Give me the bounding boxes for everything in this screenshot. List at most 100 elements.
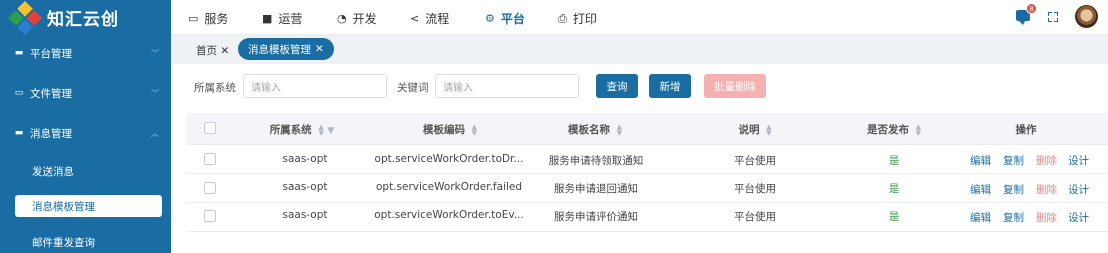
cell-code: opt.serviceWorkOrder.toEv... [374, 209, 524, 221]
column-header-desc[interactable]: 说明 ▲ ▼ [738, 122, 771, 137]
topnav-label: 流程 [425, 12, 450, 26]
cell-code: opt.serviceWorkOrder.toDr... [374, 153, 524, 165]
topnav-develop[interactable]: ◔ 开发 [337, 10, 377, 27]
column-label: 模板名称 [567, 124, 610, 136]
design-link[interactable]: 设计 [1068, 182, 1089, 197]
topnav-label: 运营 [278, 12, 303, 26]
sort-icon[interactable]: ▲ ▼ [472, 124, 477, 137]
notification-badge: 8 [1026, 3, 1037, 14]
close-icon[interactable]: ✕ [220, 45, 229, 57]
cell-published: 是 [888, 183, 900, 195]
keyword-label: 关键词 [397, 82, 429, 94]
edit-link[interactable]: 编辑 [970, 153, 991, 168]
system-label: 所属系统 [194, 82, 236, 94]
copy-link[interactable]: 复制 [1003, 210, 1024, 225]
cell-system: saas-opt [282, 181, 328, 193]
column-label: 说明 [738, 124, 760, 136]
column-header-published[interactable]: 是否发布 ▲ ▼ [867, 122, 921, 137]
cell-desc: 平台使用 [734, 183, 776, 195]
print-icon: ⎙ [558, 11, 567, 25]
filter-icon[interactable]: ▼ [327, 126, 334, 136]
system-input[interactable]: 请输入 [243, 74, 387, 98]
column-label: 模板编码 [422, 124, 465, 136]
keyword-input-placeholder: 请输入 [443, 82, 473, 94]
chevron-down-icon: ﹀ [151, 88, 159, 98]
keyword-input[interactable]: 请输入 [435, 74, 579, 98]
topnav-label: 服务 [204, 12, 229, 26]
tab-template-management[interactable]: 消息模板管理 ✕ [238, 38, 334, 60]
topnav-service[interactable]: ▭ 服务 [188, 10, 228, 27]
folder-icon: ▭ [14, 88, 24, 98]
sidebar-item-label: 平台管理 [30, 47, 72, 60]
cell-desc: 平台使用 [734, 211, 776, 223]
cell-code: opt.serviceWorkOrder.failed [375, 181, 523, 193]
brand: 知汇云创 [0, 0, 171, 35]
chevron-up-icon: ︿ [151, 128, 159, 138]
avatar[interactable] [1075, 5, 1098, 28]
design-link[interactable]: 设计 [1068, 210, 1089, 225]
delete-link[interactable]: 删除 [1036, 182, 1057, 197]
close-icon[interactable]: ✕ [315, 43, 324, 55]
add-button[interactable]: 新增 [649, 74, 691, 98]
edit-link[interactable]: 编辑 [970, 182, 991, 197]
brand-name: 知汇云创 [47, 10, 119, 30]
logo-icon [8, 0, 42, 35]
design-link[interactable]: 设计 [1068, 153, 1089, 168]
column-header-code[interactable]: 模板编码 ▲ ▼ [423, 122, 477, 137]
tab-label: 首页 [196, 45, 217, 57]
fullscreen-icon[interactable] [1048, 12, 1058, 22]
develop-icon: ◔ [337, 12, 347, 25]
sort-icon[interactable]: ▲ ▼ [318, 124, 323, 137]
topnav-label: 打印 [572, 12, 597, 26]
sidebar-item-platform[interactable]: ▬ 平台管理 ﹀ [0, 43, 171, 63]
sort-icon[interactable]: ▲ ▼ [617, 124, 622, 137]
sidebar: 知汇云创 ▬ 平台管理 ﹀ ▭ 文件管理 ﹀ ▬ 消息管理 ︿ 发送消息 消息模… [0, 0, 171, 253]
tab-label: 消息模板管理 [248, 43, 311, 56]
cell-system: saas-opt [282, 153, 328, 165]
sidebar-subitem-send-message[interactable]: 发送消息 [32, 164, 74, 179]
cell-published: 是 [888, 155, 900, 167]
delete-link[interactable]: 删除 [1036, 210, 1057, 225]
column-label: 所属系统 [269, 124, 312, 136]
topnav-operations[interactable]: ■ 运营 [262, 10, 302, 27]
top-bar [171, 0, 1108, 35]
platform-icon: ⚙ [485, 12, 495, 25]
operations-icon: ■ [262, 12, 273, 25]
edit-link[interactable]: 编辑 [970, 210, 991, 225]
column-label: 是否发布 [866, 124, 909, 136]
flow-icon: < [410, 12, 420, 25]
batch-delete-button[interactable]: 批量删除 [704, 74, 766, 98]
sidebar-subitem-template-management[interactable]: 消息模板管理 [15, 195, 162, 217]
cell-name: 服务申请评价通知 [554, 211, 638, 223]
column-label: 操作 [1015, 124, 1037, 136]
tab-home[interactable]: 首页 ✕ [196, 43, 229, 58]
topnav-label: 平台 [500, 12, 525, 26]
delete-link[interactable]: 删除 [1036, 153, 1057, 168]
sort-icon[interactable]: ▲ ▼ [766, 124, 771, 137]
topnav-flow[interactable]: < 流程 [410, 10, 449, 27]
monitor-icon: ▬ [14, 48, 24, 58]
copy-link[interactable]: 复制 [1003, 153, 1024, 168]
sidebar-item-messages[interactable]: ▬ 消息管理 ︿ [0, 123, 171, 143]
copy-link[interactable]: 复制 [1003, 182, 1024, 197]
topnav-print[interactable]: ⎙ 打印 [558, 10, 597, 27]
cell-system: saas-opt [282, 209, 328, 221]
column-header-name[interactable]: 模板名称 ▲ ▼ [568, 122, 622, 137]
service-icon: ▭ [188, 12, 199, 25]
row-checkbox[interactable] [204, 210, 216, 222]
cell-published: 是 [888, 211, 900, 223]
system-input-placeholder: 请输入 [251, 82, 281, 94]
message-icon: ▬ [14, 128, 24, 138]
sidebar-item-files[interactable]: ▭ 文件管理 ﹀ [0, 83, 171, 103]
row-checkbox[interactable] [204, 153, 216, 165]
sort-icon[interactable]: ▲ ▼ [916, 124, 921, 137]
column-header-system[interactable]: 所属系统 ▲ ▼ ▼ [270, 122, 335, 137]
sidebar-subitem-mail-resend[interactable]: 邮件重发查询 [32, 235, 95, 250]
select-all-checkbox[interactable] [204, 122, 216, 134]
column-header-actions: 操作 [1016, 122, 1037, 137]
cell-name: 服务申请退回通知 [554, 183, 638, 195]
cell-name: 服务申请待领取通知 [548, 155, 644, 167]
row-checkbox[interactable] [204, 182, 216, 194]
topnav-platform[interactable]: ⚙ 平台 [485, 10, 525, 27]
query-button[interactable]: 查询 [596, 74, 638, 98]
